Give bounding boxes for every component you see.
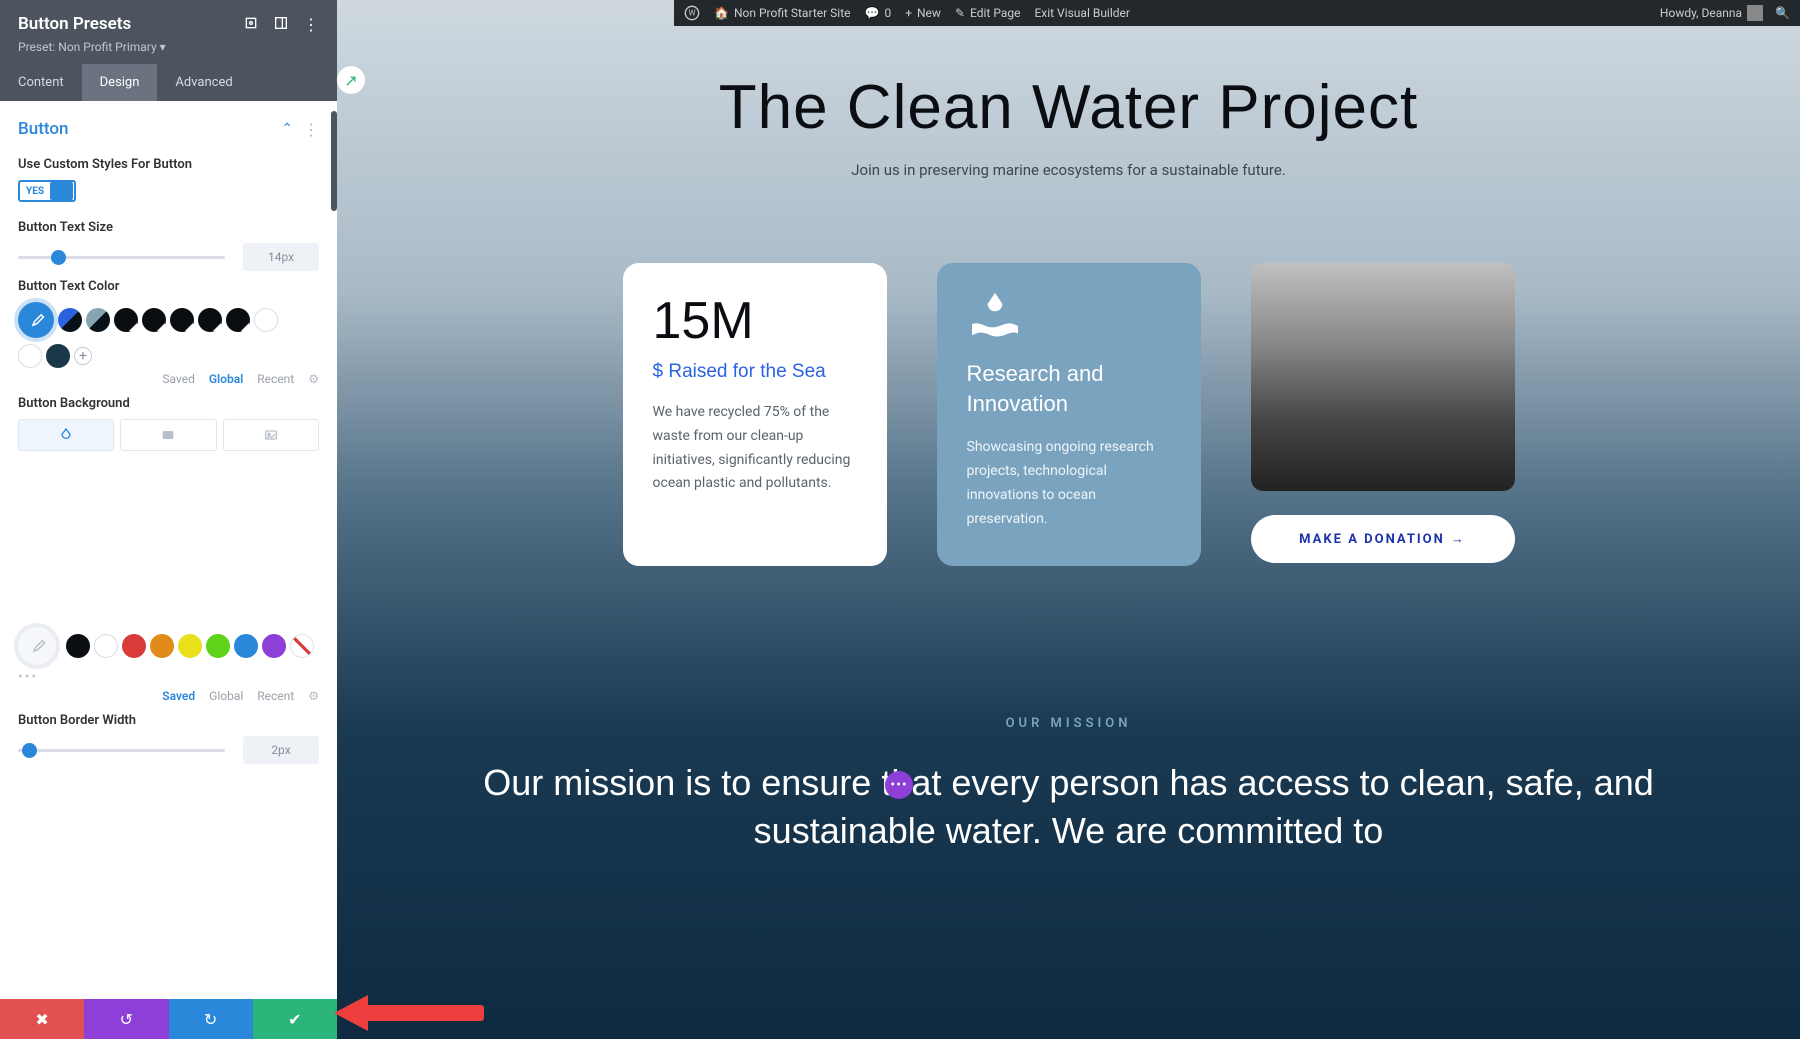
hero-subtitle: Join us in preserving marine ecosystems … <box>337 161 1800 179</box>
stat-subtitle: $ Raised for the Sea <box>653 361 857 383</box>
dock-icon[interactable] <box>273 15 289 31</box>
label-background: Button Background <box>18 396 319 411</box>
legend-global[interactable]: Global <box>209 372 243 386</box>
toggle-custom-styles[interactable]: YES <box>18 180 76 202</box>
research-card: Research and Innovation Showcasing ongoi… <box>937 263 1201 566</box>
mission-text: Our mission is to ensure that every pers… <box>337 759 1800 856</box>
swatch-blue[interactable] <box>58 308 82 332</box>
label-text-color: Button Text Color <box>18 279 319 294</box>
bg-tabs <box>18 419 319 451</box>
legend-gear-icon[interactable]: ⚙ <box>308 372 319 386</box>
swatch-gray[interactable] <box>86 308 110 332</box>
tab-content[interactable]: Content <box>0 64 82 101</box>
label-text-size: Button Text Size <box>18 220 319 235</box>
side-column: MAKE A DONATION → <box>1251 263 1515 566</box>
admin-exit-vb[interactable]: Exit Visual Builder <box>1034 6 1130 20</box>
stat-card: 15M $ Raised for the Sea We have recycle… <box>623 263 887 566</box>
preview-canvas: W 🏠 Non Profit Starter Site 💬 0 + New ✎ … <box>337 0 1800 1039</box>
text-size-value[interactable]: 14px <box>243 243 319 271</box>
save-button[interactable]: ✔ <box>253 999 337 1039</box>
chevron-up-icon[interactable]: ⌃ <box>281 121 293 137</box>
swatch-add[interactable]: + <box>74 347 92 365</box>
bg-red[interactable] <box>122 634 146 658</box>
color-picker-icon[interactable] <box>18 302 54 338</box>
text-color-swatches <box>18 302 319 338</box>
mission-label: OUR MISSION <box>337 716 1800 731</box>
tab-advanced[interactable]: Advanced <box>157 64 250 101</box>
undo-button[interactable]: ↺ <box>84 999 168 1039</box>
research-title: Research and Innovation <box>967 359 1171 418</box>
wp-admin-bar: W 🏠 Non Profit Starter Site 💬 0 + New ✎ … <box>674 0 1800 26</box>
stat-desc: We have recycled 75% of the waste from o… <box>653 401 857 496</box>
swatch-white-2[interactable] <box>18 344 42 368</box>
bg-legend-gear-icon[interactable]: ⚙ <box>308 689 319 703</box>
bg-tab-gradient[interactable] <box>120 419 216 451</box>
bg-black[interactable] <box>66 634 90 658</box>
tab-design[interactable]: Design <box>82 64 158 101</box>
search-icon[interactable]: 🔍 <box>1775 6 1790 20</box>
panel-header: Button Presets ⋮ Preset: Non Profit Prim… <box>0 0 337 64</box>
swatch-dark-teal[interactable] <box>46 344 70 368</box>
bg-legend-saved[interactable]: Saved <box>162 689 195 703</box>
bg-tab-image[interactable] <box>223 419 319 451</box>
water-hand-icon <box>967 291 1023 337</box>
swatch-white[interactable] <box>254 308 278 332</box>
redo-button[interactable]: ↻ <box>169 999 253 1039</box>
arrow-right-icon: → <box>1451 531 1466 547</box>
text-color-swatches-2: + <box>18 344 319 368</box>
slider-border-width[interactable] <box>18 749 225 752</box>
bg-legend-recent[interactable]: Recent <box>257 689 294 703</box>
donate-button[interactable]: MAKE A DONATION → <box>1251 515 1515 563</box>
bg-picker-icon[interactable] <box>18 627 56 665</box>
admin-site[interactable]: 🏠 Non Profit Starter Site <box>714 6 850 20</box>
bg-white[interactable] <box>94 634 118 658</box>
panel-tabs: Content Design Advanced <box>0 64 337 101</box>
swatch-black-5[interactable] <box>226 308 250 332</box>
label-border-width: Button Border Width <box>18 713 319 728</box>
scroll-chip-icon[interactable]: ↗ <box>337 66 365 94</box>
border-width-value[interactable]: 2px <box>243 736 319 764</box>
swatch-black-1[interactable] <box>114 308 138 332</box>
section-more-icon[interactable]: ⋮ <box>303 120 319 139</box>
admin-howdy[interactable]: Howdy, Deanna <box>1660 5 1763 21</box>
panel-body: Button ⌃ ⋮ Use Custom Styles For Button … <box>0 101 337 999</box>
bg-orange[interactable] <box>150 634 174 658</box>
more-dots-icon[interactable]: ••• <box>18 669 319 685</box>
research-desc: Showcasing ongoing research projects, te… <box>967 436 1171 531</box>
section-button[interactable]: Button <box>18 119 68 139</box>
bg-tab-color[interactable] <box>18 419 114 451</box>
admin-comments[interactable]: 💬 0 <box>864 6 891 20</box>
legend-saved[interactable]: Saved <box>162 372 194 386</box>
discard-button[interactable]: ✖ <box>0 999 84 1039</box>
float-add-icon[interactable]: ••• <box>885 771 913 799</box>
settings-panel: Button Presets ⋮ Preset: Non Profit Prim… <box>0 0 337 1039</box>
bg-green[interactable] <box>206 634 230 658</box>
bg-yellow[interactable] <box>178 634 202 658</box>
legend-recent[interactable]: Recent <box>257 372 294 386</box>
cards-row: 15M $ Raised for the Sea We have recycle… <box>337 263 1800 566</box>
slider-text-size[interactable] <box>18 256 225 259</box>
svg-text:W: W <box>688 9 695 18</box>
stat-number: 15M <box>653 291 857 351</box>
bg-blue[interactable] <box>234 634 258 658</box>
coast-photo <box>1251 263 1515 491</box>
swatch-black-2[interactable] <box>142 308 166 332</box>
bg-legend-global[interactable]: Global <box>209 689 243 703</box>
swatch-black-3[interactable] <box>170 308 194 332</box>
label-use-custom: Use Custom Styles For Button <box>18 157 319 172</box>
action-bar: ✖ ↺ ↻ ✔ <box>0 999 337 1039</box>
expand-icon[interactable] <box>243 15 259 31</box>
swatch-black-4[interactable] <box>198 308 222 332</box>
hero-title: The Clean Water Project <box>337 72 1800 143</box>
preset-dropdown[interactable]: Preset: Non Profit Primary ▾ <box>18 40 319 54</box>
admin-new[interactable]: + New <box>905 6 941 20</box>
bg-none[interactable] <box>290 634 314 658</box>
more-icon[interactable]: ⋮ <box>303 15 319 34</box>
wp-logo-icon[interactable]: W <box>684 5 700 21</box>
bg-color-swatches <box>18 627 319 665</box>
bg-purple[interactable] <box>262 634 286 658</box>
panel-title: Button Presets <box>18 14 131 34</box>
avatar <box>1747 5 1763 21</box>
admin-edit[interactable]: ✎ Edit Page <box>955 6 1021 20</box>
